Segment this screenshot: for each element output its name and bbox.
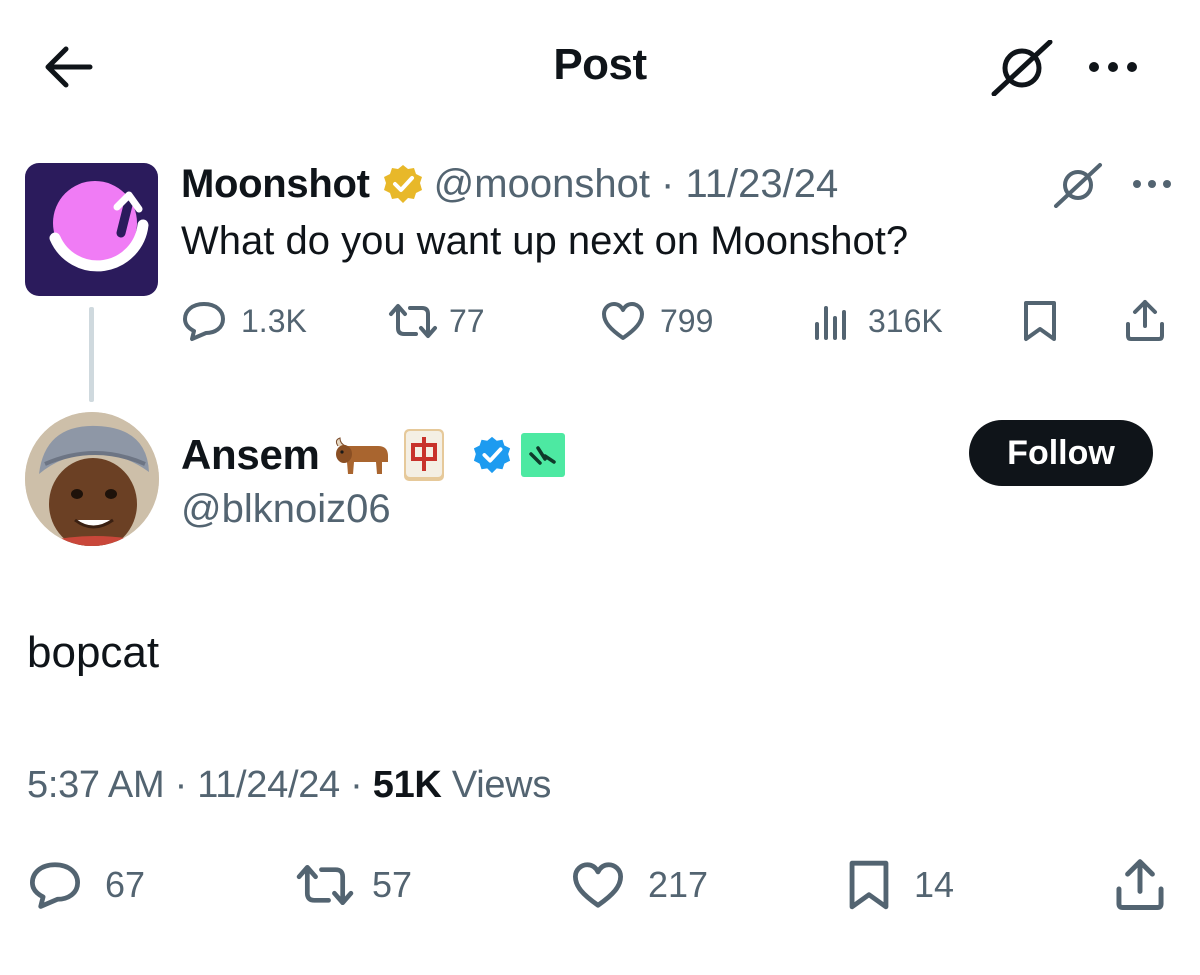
post-meta: 5:37 AM · 11/24/24 · 51K Views — [27, 764, 551, 807]
share-icon — [1116, 859, 1164, 911]
views-label: Views — [451, 764, 552, 806]
parent-like-button[interactable]: 799 — [600, 300, 713, 342]
thread-connector — [89, 307, 94, 402]
moonshot-logo-icon — [49, 181, 149, 272]
like-icon — [573, 862, 623, 908]
reply-button[interactable]: 67 — [27, 860, 145, 910]
post-time-date[interactable]: 5:37 AM · 11/24/24 · — [27, 764, 373, 806]
parent-repost-button[interactable]: 77 — [385, 300, 485, 342]
repost-icon — [389, 304, 437, 338]
parent-handle-date: @moonshot · 11/23/24 — [433, 161, 839, 206]
more-icon — [1133, 180, 1171, 188]
grok-icon — [991, 40, 1053, 96]
more-options-button[interactable] — [1085, 50, 1141, 84]
views-count: 51K — [372, 764, 442, 806]
reply-count: 67 — [105, 864, 146, 905]
share-icon — [1126, 300, 1164, 341]
parent-post-text: What do you want up next on Moonshot? — [181, 219, 909, 263]
affiliate-badge-icon[interactable] — [520, 432, 566, 478]
reply-text: bopcat — [27, 628, 160, 677]
reply-author-row: Ansem — [181, 425, 566, 485]
grok-button[interactable] — [990, 40, 1054, 96]
parent-like-count: 799 — [660, 302, 714, 339]
views-icon — [815, 306, 846, 340]
like-button[interactable]: 217 — [570, 860, 708, 910]
share-button[interactable] — [1114, 856, 1166, 912]
bookmark-button[interactable]: 14 — [846, 858, 954, 912]
bull-emoji-icon — [332, 432, 392, 478]
avatar-photo-icon — [25, 412, 159, 546]
grok-icon — [1054, 163, 1102, 208]
like-icon — [602, 302, 644, 340]
more-icon — [1089, 62, 1137, 72]
parent-share-button[interactable] — [1124, 298, 1166, 342]
gold-checkmark-icon — [383, 165, 422, 203]
repost-button[interactable]: 57 — [292, 860, 412, 910]
blue-checkmark-icon — [472, 435, 512, 475]
reply-author-name[interactable]: Ansem — [181, 431, 320, 479]
parent-repost-count: 77 — [449, 302, 485, 339]
parent-grok-button[interactable] — [1053, 162, 1103, 208]
parent-views-button[interactable]: 316K — [812, 300, 943, 342]
parent-reply-button[interactable]: 1.3K — [181, 300, 307, 342]
parent-bookmark-button[interactable] — [1021, 300, 1059, 342]
repost-icon — [296, 864, 354, 906]
ansem-avatar[interactable] — [25, 412, 159, 546]
bookmark-count: 14 — [914, 864, 955, 905]
follow-button[interactable]: Follow — [969, 420, 1153, 486]
parent-post-header: Moonshot @moonshot · 11/23/24 — [181, 158, 838, 210]
parent-views-count: 316K — [868, 302, 943, 339]
parent-more-button[interactable] — [1130, 170, 1174, 198]
reply-icon — [183, 302, 225, 341]
bookmark-icon — [849, 860, 889, 910]
parent-reply-count: 1.3K — [241, 302, 307, 339]
reply-author-handle[interactable]: @blknoiz06 — [181, 487, 391, 532]
parent-author-name[interactable]: Moonshot — [181, 162, 370, 207]
bookmark-icon — [1024, 301, 1056, 341]
moonshot-avatar[interactable] — [25, 163, 158, 296]
mahjong-dragon-icon — [402, 427, 446, 483]
like-count: 217 — [648, 864, 709, 905]
repost-count: 57 — [372, 864, 413, 905]
reply-icon — [30, 862, 80, 909]
